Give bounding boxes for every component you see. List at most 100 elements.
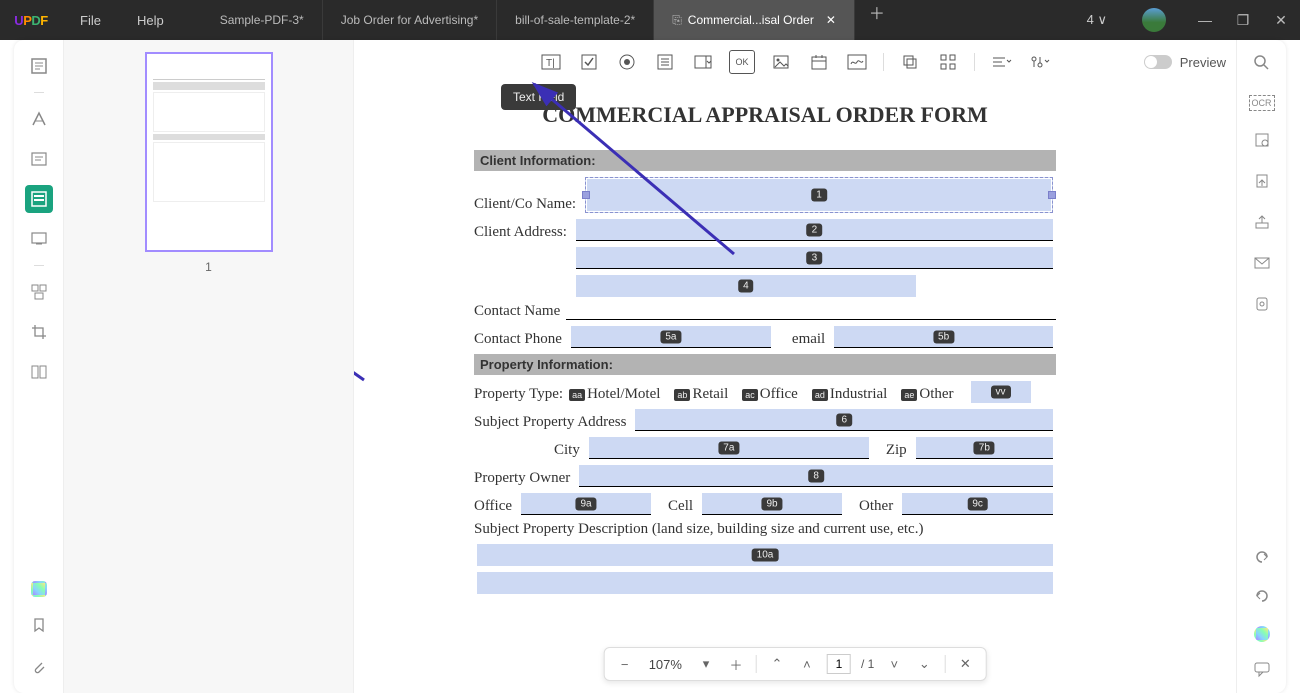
search-icon[interactable] xyxy=(1253,54,1271,75)
date-tool[interactable] xyxy=(807,50,831,74)
cell-phone-label: Cell xyxy=(668,498,693,515)
text-field-tool[interactable]: T| xyxy=(539,50,563,74)
add-tab-button[interactable]: ＋ xyxy=(855,0,899,40)
zoom-dropdown[interactable]: ▾ xyxy=(696,654,716,674)
slideshow-icon[interactable] xyxy=(25,225,53,253)
reader-mode-icon[interactable] xyxy=(25,52,53,80)
export-icon[interactable] xyxy=(1253,172,1271,193)
tab-3[interactable]: ⎘Commercial...isal Order✕ xyxy=(654,0,855,40)
field-description-2[interactable] xyxy=(477,572,1053,594)
grid-tool[interactable] xyxy=(936,50,960,74)
page-thumbnail-1[interactable] xyxy=(145,52,273,252)
cloud-icon[interactable] xyxy=(1253,295,1271,316)
page-number-input[interactable] xyxy=(827,654,851,674)
client-name-label: Client/Co Name: xyxy=(474,196,576,213)
field-owner[interactable]: 8 xyxy=(579,465,1053,487)
field-other-type[interactable]: vv xyxy=(971,381,1031,403)
close-navigator-button[interactable]: ✕ xyxy=(955,654,975,674)
email-label: email xyxy=(792,331,825,348)
description-label: Subject Property Description (land size,… xyxy=(474,521,923,538)
ocr-icon[interactable]: OCR xyxy=(1249,95,1275,111)
edit-icon[interactable] xyxy=(25,145,53,173)
organize-icon[interactable] xyxy=(25,278,53,306)
app-body: 1 T| OK Preview Text Field xyxy=(14,40,1286,693)
thumbnail-panel: 1 xyxy=(64,40,354,693)
field-client-name[interactable]: 1 xyxy=(585,177,1053,213)
menu-help[interactable]: Help xyxy=(119,13,182,28)
close-button[interactable]: ✕ xyxy=(1262,12,1300,29)
next-page-button[interactable]: ˅ xyxy=(884,654,904,674)
ptype-industrial[interactable]: adIndustrial xyxy=(812,386,888,403)
property-type-label: Property Type: xyxy=(474,386,563,403)
field-description-1[interactable]: 10a xyxy=(477,544,1053,566)
bookmark-icon[interactable] xyxy=(25,611,53,639)
duplicate-tool[interactable] xyxy=(898,50,922,74)
subject-address-label: Subject Property Address xyxy=(474,414,626,431)
page-dropdown[interactable]: 4 ∨ xyxy=(1072,12,1122,28)
last-page-button[interactable]: ⌄ xyxy=(914,654,934,674)
field-contact-phone[interactable]: 5a xyxy=(571,326,771,348)
prev-page-button[interactable]: ˄ xyxy=(797,654,817,674)
assistant-icon[interactable] xyxy=(1254,626,1270,642)
field-zip[interactable]: 7b xyxy=(916,437,1053,459)
maximize-button[interactable]: ❐ xyxy=(1224,12,1262,29)
tab-0[interactable]: Sample-PDF-3* xyxy=(202,0,323,40)
minimize-button[interactable]: — xyxy=(1186,12,1224,28)
field-city[interactable]: 7a xyxy=(589,437,869,459)
attach-icon[interactable] xyxy=(25,653,53,681)
svg-text:T|: T| xyxy=(546,58,555,69)
form-mode-icon[interactable] xyxy=(25,185,53,213)
field-subject-address[interactable]: 6 xyxy=(635,409,1053,431)
zoom-level[interactable]: 107% xyxy=(645,657,686,672)
left-toolbar xyxy=(14,40,64,693)
dropdown-tool[interactable] xyxy=(691,50,715,74)
compare-icon[interactable] xyxy=(25,358,53,386)
zip-label: Zip xyxy=(886,442,907,459)
thumbnail-page-number: 1 xyxy=(205,260,212,274)
document-page[interactable]: COMMERCIAL APPRAISAL ORDER FORM Client I… xyxy=(354,78,1176,693)
user-avatar[interactable] xyxy=(1142,8,1166,32)
comment-icon[interactable] xyxy=(1253,660,1271,681)
ptype-office[interactable]: acOffice xyxy=(742,386,798,403)
tab-2[interactable]: bill-of-sale-template-2* xyxy=(497,0,654,40)
ptype-other[interactable]: aeOther xyxy=(901,386,953,403)
section-client-info: Client Information: xyxy=(474,150,1056,171)
field-office-phone[interactable]: 9a xyxy=(521,493,651,515)
field-cell-phone[interactable]: 9b xyxy=(702,493,842,515)
align-tool[interactable] xyxy=(989,50,1013,74)
radio-tool[interactable] xyxy=(615,50,639,74)
office-phone-label: Office xyxy=(474,498,512,515)
signature-tool[interactable] xyxy=(845,50,869,74)
field-client-address-3[interactable]: 4 xyxy=(576,275,916,297)
section-property-info: Property Information: xyxy=(474,354,1056,375)
tab-close-icon[interactable]: ✕ xyxy=(826,13,836,27)
properties-tool[interactable] xyxy=(1027,50,1051,74)
page-navigator: − 107% ▾ ＋ ⌃ ˄ / 1 ˅ ⌄ ✕ xyxy=(604,647,987,681)
checkbox-tool[interactable] xyxy=(577,50,601,74)
image-tool[interactable] xyxy=(769,50,793,74)
undo-icon[interactable] xyxy=(1253,548,1271,569)
tab-1[interactable]: Job Order for Advertising* xyxy=(323,0,497,40)
field-client-address-2[interactable]: 3 xyxy=(576,247,1053,269)
preview-toggle[interactable] xyxy=(1144,55,1172,69)
app-logo: UPDF xyxy=(0,13,62,28)
crop-icon[interactable] xyxy=(25,318,53,346)
button-tool[interactable]: OK xyxy=(729,50,755,74)
layers-icon[interactable] xyxy=(31,581,47,597)
share-icon[interactable] xyxy=(1253,213,1271,234)
other-phone-label: Other xyxy=(859,498,893,515)
zoom-in-button[interactable]: ＋ xyxy=(726,654,746,674)
redo-icon[interactable] xyxy=(1253,587,1271,608)
list-tool[interactable] xyxy=(653,50,677,74)
ptype-retail[interactable]: abRetail xyxy=(674,386,728,403)
field-other-phone[interactable]: 9c xyxy=(902,493,1053,515)
ptype-hotel[interactable]: aaHotel/Motel xyxy=(569,386,660,403)
field-client-address-1[interactable]: 2 xyxy=(576,219,1053,241)
menu-file[interactable]: File xyxy=(62,13,119,28)
first-page-button[interactable]: ⌃ xyxy=(767,654,787,674)
scan-icon[interactable] xyxy=(1253,131,1271,152)
annotate-icon[interactable] xyxy=(25,105,53,133)
mail-icon[interactable] xyxy=(1253,254,1271,275)
zoom-out-button[interactable]: − xyxy=(615,654,635,674)
field-email[interactable]: 5b xyxy=(834,326,1053,348)
